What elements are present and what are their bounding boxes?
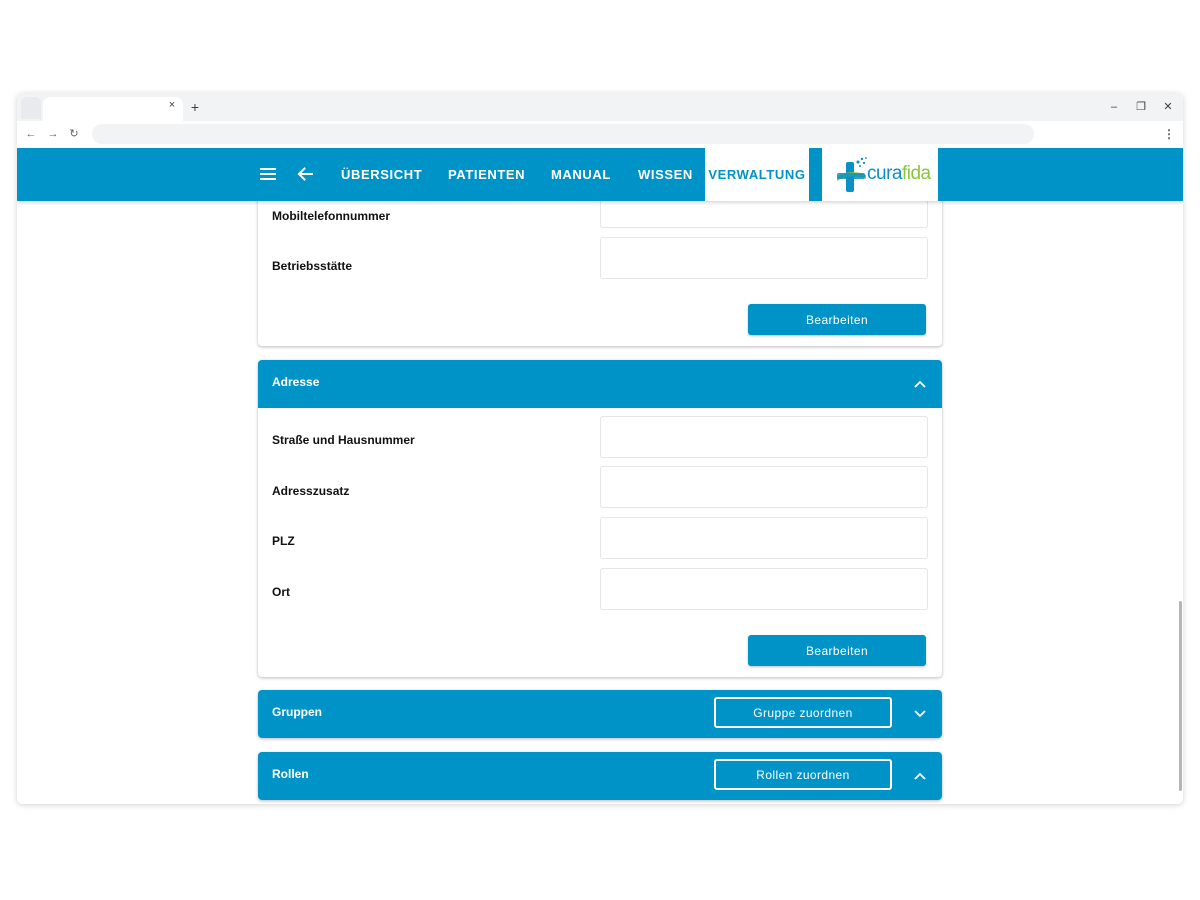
groups-card: Gruppen Gruppe zuordnen xyxy=(258,690,942,738)
address-bar[interactable] xyxy=(92,124,1034,144)
nav-uebersicht[interactable]: ÜBERSICHT xyxy=(341,148,422,201)
assign-roles-button[interactable]: Rollen zuordnen xyxy=(714,759,892,790)
curafida-logo: curafida xyxy=(822,148,938,201)
restore-button[interactable]: ❐ xyxy=(1132,99,1150,115)
page-scrollbar[interactable] xyxy=(1177,201,1183,804)
chevron-up-icon[interactable] xyxy=(912,768,928,784)
inactive-tab[interactable] xyxy=(21,97,41,119)
forward-button[interactable]: → xyxy=(45,126,61,142)
reload-button[interactable]: ↻ xyxy=(66,126,82,142)
address-card-title: Adresse xyxy=(272,375,320,389)
browser-window: × + – ❐ ✕ ← → ↻ ⋮ ÜBERSICHT PATIENTEN MA… xyxy=(17,93,1183,804)
edit-address-button[interactable]: Bearbeiten xyxy=(748,635,926,666)
browser-toolbar: ← → ↻ ⋮ xyxy=(17,121,1183,148)
new-tab-button[interactable]: + xyxy=(187,99,203,115)
nav-wissen[interactable]: WISSEN xyxy=(638,148,693,201)
scroll-thumb[interactable] xyxy=(1179,601,1182,791)
address-extra-label: Adresszusatz xyxy=(272,484,350,498)
nav-patienten[interactable]: PATIENTEN xyxy=(448,148,525,201)
page-viewport: ÜBERSICHT PATIENTEN MANUAL WISSEN VERWAL… xyxy=(17,148,1183,804)
tab-strip: × + – ❐ ✕ xyxy=(17,93,1183,121)
zip-input[interactable] xyxy=(600,517,928,559)
groups-card-header[interactable]: Gruppen Gruppe zuordnen xyxy=(258,690,942,738)
address-card: Adresse Straße und Hausnummer Adresszusa… xyxy=(258,360,942,677)
tab-close-icon[interactable]: × xyxy=(165,98,179,112)
chevron-down-icon[interactable] xyxy=(912,706,928,722)
minimize-button[interactable]: – xyxy=(1105,99,1123,115)
mobile-phone-label: Mobiltelefonnummer xyxy=(272,209,391,223)
roles-card: Rollen Rollen zuordnen xyxy=(258,752,942,800)
groups-card-title: Gruppen xyxy=(272,705,322,719)
roles-card-header[interactable]: Rollen Rollen zuordnen xyxy=(258,752,942,800)
street-input[interactable] xyxy=(600,416,928,458)
close-window-button[interactable]: ✕ xyxy=(1159,99,1177,115)
site-label: Betriebsstätte xyxy=(272,259,353,273)
roles-card-title: Rollen xyxy=(272,767,309,781)
chevron-up-icon[interactable] xyxy=(912,376,928,392)
city-label: Ort xyxy=(272,585,290,599)
hamburger-menu-icon[interactable] xyxy=(259,165,277,183)
street-label: Straße und Hausnummer xyxy=(272,433,415,447)
active-tab[interactable] xyxy=(43,97,183,121)
arrow-back-icon[interactable] xyxy=(295,164,315,184)
city-input[interactable] xyxy=(600,568,928,610)
site-input[interactable] xyxy=(600,237,928,279)
back-button[interactable]: ← xyxy=(23,126,39,142)
assign-group-button[interactable]: Gruppe zuordnen xyxy=(714,697,892,728)
nav-verwaltung[interactable]: VERWALTUNG xyxy=(705,148,809,201)
logo-wordmark: curafida xyxy=(867,163,931,184)
address-card-header[interactable]: Adresse xyxy=(258,360,942,408)
zip-label: PLZ xyxy=(272,534,295,548)
edit-contact-button[interactable]: Bearbeiten xyxy=(748,304,926,335)
app-bar: ÜBERSICHT PATIENTEN MANUAL WISSEN VERWAL… xyxy=(17,148,1183,201)
cross-logo-icon xyxy=(837,157,867,192)
address-extra-input[interactable] xyxy=(600,466,928,508)
browser-menu-icon[interactable]: ⋮ xyxy=(1161,126,1177,142)
nav-manual[interactable]: MANUAL xyxy=(551,148,611,201)
